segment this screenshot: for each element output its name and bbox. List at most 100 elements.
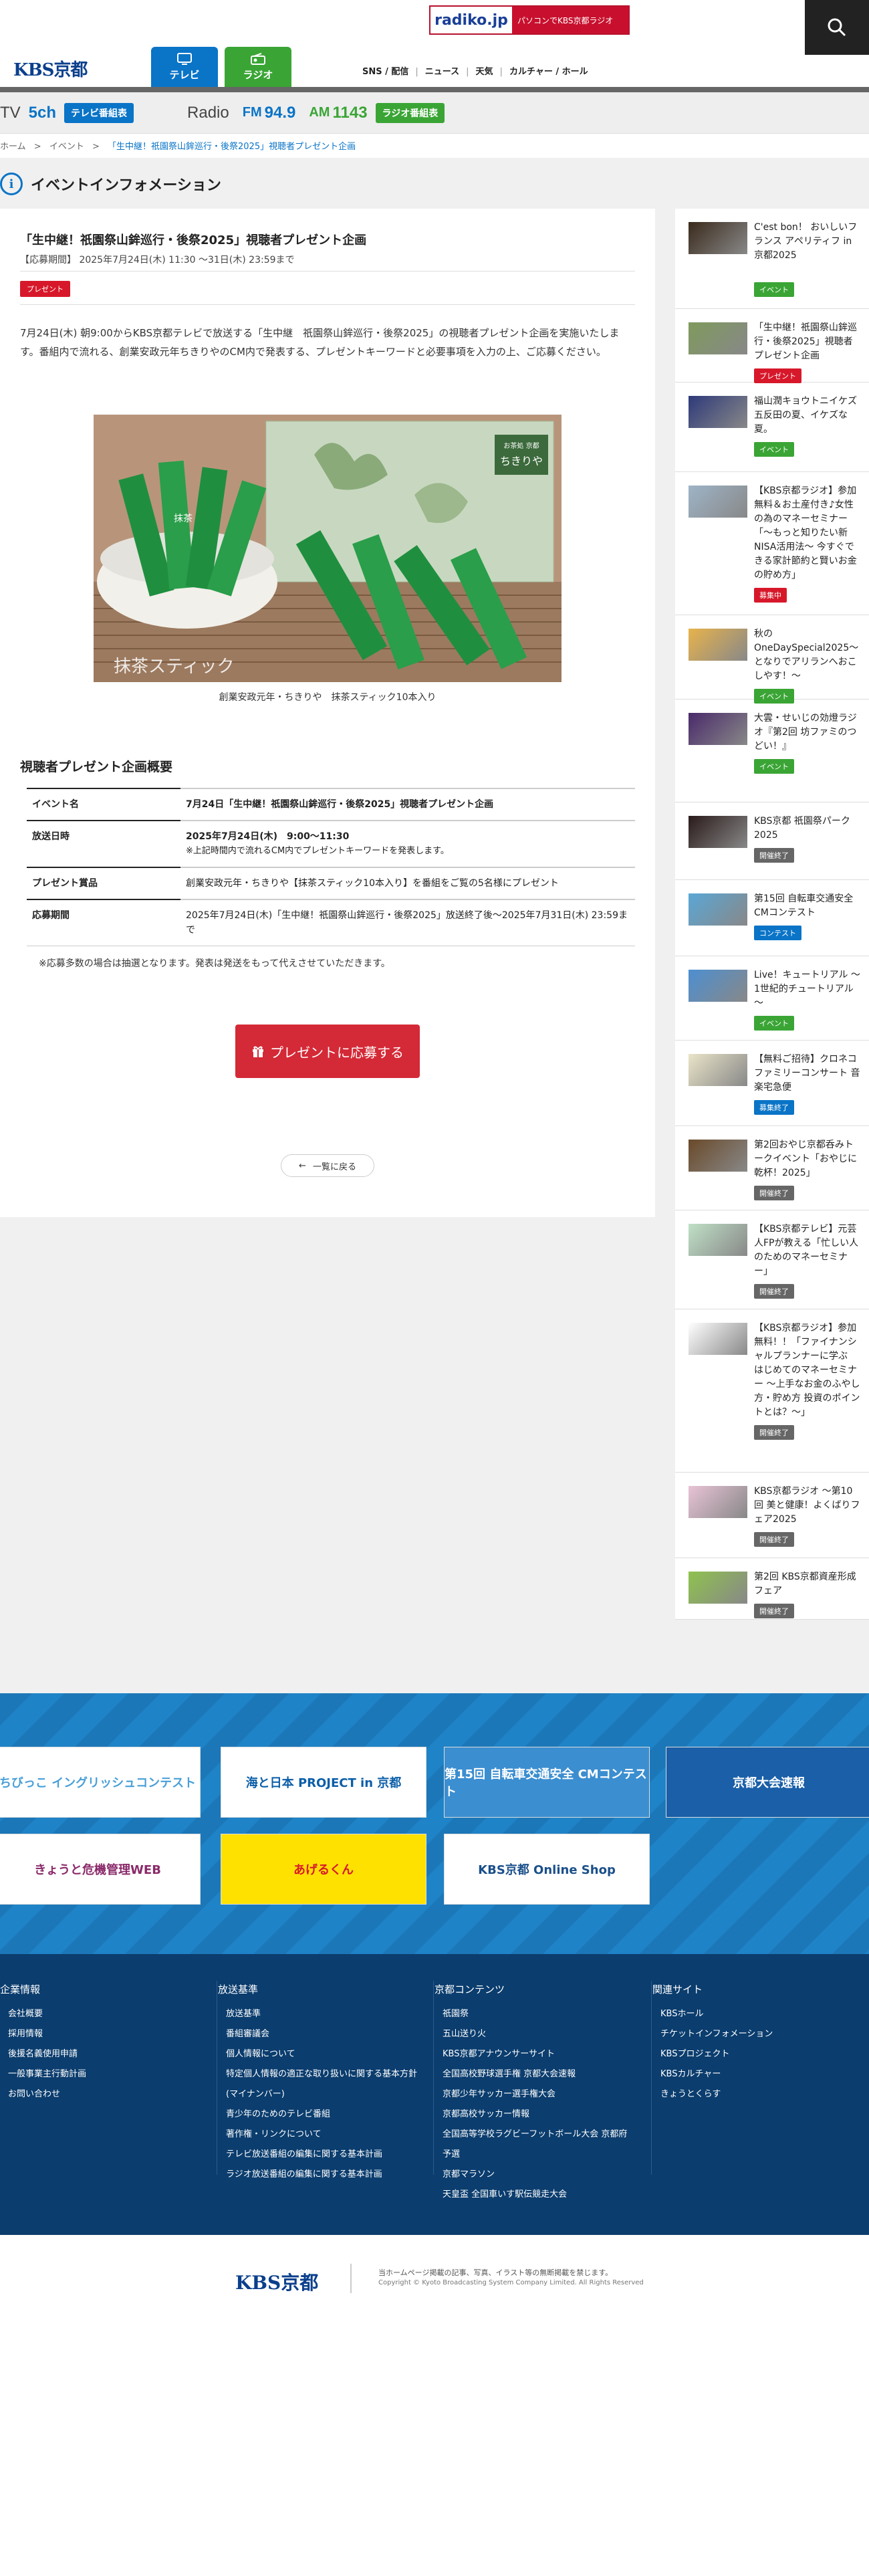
footer-link[interactable]: 後援名義使用申請 <box>0 2044 201 2064</box>
footer-link[interactable]: 個人情報について <box>218 2044 418 2064</box>
footer-link[interactable]: 全国高校野球選手権 京都大会速報 <box>434 2064 635 2084</box>
nav-weather[interactable]: 天気 <box>476 67 493 77</box>
nav-sns[interactable]: SNS / 配信 <box>362 67 408 77</box>
sidebar-thumbnail <box>689 222 747 254</box>
sidebar-thumbnail <box>689 1486 747 1518</box>
tab-tv[interactable]: テレビ <box>151 47 218 87</box>
sidebar-item-badge: イベント <box>754 442 794 457</box>
sidebar-item[interactable]: 第15回 自転車交通安全CMコンテスト コンテスト <box>675 880 869 956</box>
sidebar-item[interactable]: 【無料ご招待】クロネコファミリーコンサート 音楽宅急便 募集終了 <box>675 1041 869 1126</box>
gift-icon <box>253 1046 263 1057</box>
sidebar-item[interactable]: 大雲・せいじの効燈ラジオ『第2回 坊ファミのつどい！』 イベント <box>675 700 869 802</box>
tv-guide-button[interactable]: テレビ番組表 <box>64 102 134 123</box>
site-logo[interactable]: KBS京都 <box>13 56 88 81</box>
sidebar-item[interactable]: 【KBS京都ラジオ】参加無料＆お土産付き♪女性の為のマネーセミナー「～もっと知り… <box>675 472 869 615</box>
sidebar-item-title: C'est bon！ おいしいフランス アペリティフ in 京都2025 <box>754 222 858 261</box>
banner-link[interactable]: 京都大会速報 <box>666 1747 869 1818</box>
sidebar-item[interactable]: KBS京都 祇園祭パーク2025 開催終了 <box>675 802 869 880</box>
footer-link[interactable]: 祇園祭 <box>434 2004 635 2024</box>
sidebar-item[interactable]: 第2回おやじ京都呑みトークイベント「おやじに乾杯！2025」 開催終了 <box>675 1126 869 1210</box>
back-to-list-button[interactable]: ← 一覧に戻る <box>281 1154 374 1177</box>
info-icon: i <box>0 173 23 195</box>
banner-link[interactable]: あげるくん <box>221 1834 426 1905</box>
banner-link[interactable]: KBS京都 Online Shop <box>444 1834 650 1905</box>
sidebar-item[interactable]: KBS京都ラジオ ～第10回 美と健康！よくばりフェア2025 開催終了 <box>675 1473 869 1558</box>
sidebar-item[interactable]: C'est bon！ おいしいフランス アペリティフ in 京都2025 イベント <box>675 209 869 309</box>
sidebar-thumbnail <box>689 713 747 745</box>
footer-link[interactable]: 京都少年サッカー選手権大会 <box>434 2084 635 2105</box>
radiko-banner[interactable]: radiko.jp パソコンでKBS京都ラジオ <box>429 5 630 35</box>
footer-link[interactable]: 採用情報 <box>0 2024 201 2044</box>
footer-link[interactable]: お問い合わせ <box>0 2084 201 2105</box>
footer-link[interactable]: 青少年のためのテレビ番組 <box>218 2105 418 2125</box>
fm-label: FM <box>242 105 262 120</box>
radio-guide-button[interactable]: ラジオ番組表 <box>375 102 445 123</box>
breadcrumb: ホーム > イベント > 「生中継！祇園祭山鉾巡行・後祭2025」視聴者プレゼン… <box>0 139 356 152</box>
footer-link[interactable]: チケットインフォメーション <box>652 2024 853 2044</box>
footer-notice: 当ホームページ掲載の記事、写真、イラスト等の無断掲載を禁じます。 <box>378 2268 613 2277</box>
banner-link[interactable]: 海と日本 PROJECT in 京都 <box>221 1747 426 1818</box>
sidebar-item-title: 福山潤キョウトニイケズ 五反田の夏、イケズな夏。 <box>754 396 866 435</box>
box-name: ちきりや <box>500 455 543 467</box>
sidebar-item-badge: 開催終了 <box>754 1604 794 1618</box>
sidebar-item-title: KBS京都ラジオ ～第10回 美と健康！よくばりフェア2025 <box>754 1486 860 1525</box>
sidebar-item-title: 【KBS京都テレビ】元芸人FPが教える「忙しい人のためのマネーセミナー」 <box>754 1224 859 1277</box>
banner-label: あげるくん <box>293 1863 354 1877</box>
footer-column-divider <box>651 1981 652 2175</box>
footer-column: 関連サイト KBSホール チケットインフォメーション KBSプロジェクト KBSカルチャ… <box>652 1954 853 2105</box>
footer-link[interactable]: 五山送り火 <box>434 2024 635 2044</box>
breadcrumb-event[interactable]: イベント <box>49 142 84 152</box>
banner-label: ちびっこ イングリッシュコンテスト <box>0 1776 197 1790</box>
breadcrumb-current: 「生中継！祇園祭山鉾巡行・後祭2025」視聴者プレゼント企画 <box>108 142 356 152</box>
divider <box>20 271 635 272</box>
table-subnote: ※上記時間内で流れるCM内でプレゼントキーワードを発表します。 <box>186 846 449 856</box>
footer-divider <box>350 2264 352 2293</box>
product-photo: お茶処 京都 ちきりや 抹茶 抹茶スティック <box>94 415 562 682</box>
sidebar-item-badge: コンテスト <box>754 926 801 940</box>
tab-tv-label: テレビ <box>169 68 200 81</box>
footer-link[interactable]: 京都高校サッカー情報 <box>434 2105 635 2125</box>
footer-link[interactable]: 特定個人情報の適正な取り扱いに関する基本方針(マイナンバー) <box>218 2064 418 2105</box>
banner-link[interactable]: 第15回 自転車交通安全 CMコンテスト <box>444 1747 650 1818</box>
footer-link[interactable]: KBSプロジェクト <box>652 2044 853 2064</box>
sidebar-item[interactable]: Live！キュートリアル ～1世紀的チュートリアル～ イベント <box>675 956 869 1041</box>
sidebar-item[interactable]: 第2回 KBS京都資産形成フェア 開催終了 <box>675 1558 869 1620</box>
footer-link[interactable]: KBSホール <box>652 2004 853 2024</box>
stick-label: 抹茶 <box>174 514 193 524</box>
footer-link[interactable]: テレビ放送番組の編集に関する基本計画 <box>218 2145 418 2165</box>
footer-link[interactable]: 京都マラソン <box>434 2165 635 2185</box>
sidebar-item[interactable]: 【KBS京都ラジオ】参加無料！！「ファイナンシャルプランナーに学ぶ はじめてのマ… <box>675 1309 869 1473</box>
breadcrumb-home[interactable]: ホーム <box>0 142 26 152</box>
footer-link[interactable]: 天皇盃 全国車いす駅伝競走大会 <box>434 2185 635 2205</box>
banner-link[interactable]: ちびっこ イングリッシュコンテスト <box>0 1747 201 1818</box>
footer-link[interactable]: ラジオ放送番組の編集に関する基本計画 <box>218 2165 418 2185</box>
footer-link[interactable]: KBS京都アナウンサーサイト <box>434 2044 635 2064</box>
apply-button[interactable]: プレゼントに応募する <box>235 1025 420 1078</box>
sidebar-item-title: 【KBS京都ラジオ】参加無料！！「ファイナンシャルプランナーに学ぶ はじめてのマ… <box>754 1323 860 1418</box>
footer-logo[interactable]: KBS京都 <box>235 2268 318 2295</box>
present-badge: プレゼント <box>20 281 70 297</box>
sidebar-item[interactable]: 「生中継！祇園祭山鉾巡行・後祭2025」視聴者プレゼント企画 プレゼント <box>675 309 869 383</box>
nav-news[interactable]: ニュース <box>425 67 459 77</box>
sidebar-item-badge: 開催終了 <box>754 1186 794 1200</box>
footer-link[interactable]: 著作権・リンクについて <box>218 2125 418 2145</box>
footer-link[interactable]: 一般事業主行動計画 <box>0 2064 201 2084</box>
footer-link[interactable]: 会社概要 <box>0 2004 201 2024</box>
back-button-label: 一覧に戻る <box>312 1162 356 1172</box>
sidebar-item[interactable]: 福山潤キョウトニイケズ 五反田の夏、イケズな夏。イベント <box>675 383 869 472</box>
banner-label: 第15回 自転車交通安全 CMコンテスト <box>445 1767 647 1799</box>
banner-link[interactable]: きょうと危機管理WEB <box>0 1834 201 1905</box>
sidebar-item[interactable]: 【KBS京都テレビ】元芸人FPが教える「忙しい人のためのマネーセミナー」 開催終了 <box>675 1210 869 1309</box>
search-button[interactable] <box>805 0 869 55</box>
footer-link[interactable]: 放送基準 <box>218 2004 418 2024</box>
tab-radio[interactable]: ラジオ <box>225 47 291 87</box>
footer-link[interactable]: きょうとくらす <box>652 2084 853 2105</box>
summary-heading: 視聴者プレゼント企画概要 <box>20 760 173 774</box>
sidebar-item[interactable]: 秋のOneDaySpecial2025～となりでアリランへおこしやす！～ イベント <box>675 615 869 704</box>
footer-link[interactable]: 番組審議会 <box>218 2024 418 2044</box>
footer-link[interactable]: KBSカルチャー <box>652 2064 853 2084</box>
apply-button-label: プレゼントに応募する <box>270 1044 404 1061</box>
nav-culture[interactable]: カルチャー / ホール <box>509 67 588 77</box>
footer-link[interactable]: 全国高等学校ラグビーフットボール大会 京都府予選 <box>434 2125 635 2165</box>
sidebar-item-title: 大雲・せいじの効燈ラジオ『第2回 坊ファミのつどい！』 <box>754 713 857 752</box>
